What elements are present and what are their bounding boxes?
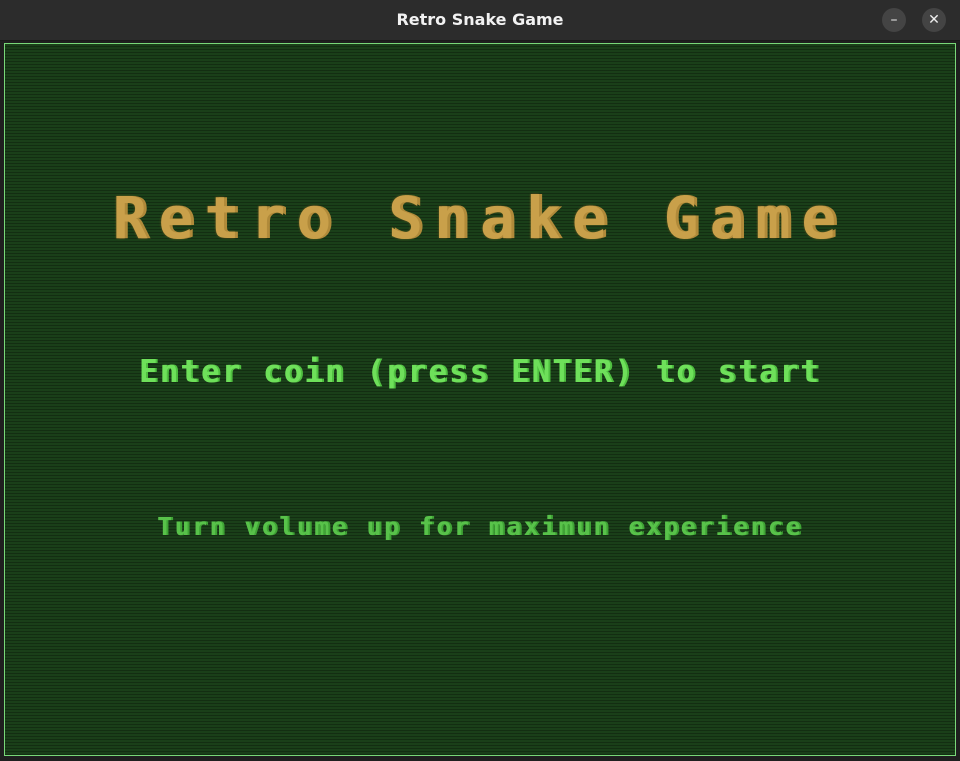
game-title: Retro Snake Game	[112, 184, 848, 252]
window-title: Retro Snake Game	[396, 10, 564, 29]
minimize-icon: –	[890, 12, 898, 28]
app-window: Retro Snake Game – ✕ Retro Snake Game En…	[0, 0, 960, 761]
minimize-button[interactable]: –	[882, 8, 906, 32]
close-icon: ✕	[928, 12, 940, 28]
title-bar[interactable]: Retro Snake Game – ✕	[0, 0, 960, 41]
volume-hint: Turn volume up for maximun experience	[157, 512, 803, 541]
start-prompt: Enter coin (press ENTER) to start	[139, 354, 821, 390]
close-button[interactable]: ✕	[922, 8, 946, 32]
game-screen[interactable]: Retro Snake Game Enter coin (press ENTER…	[4, 43, 956, 756]
